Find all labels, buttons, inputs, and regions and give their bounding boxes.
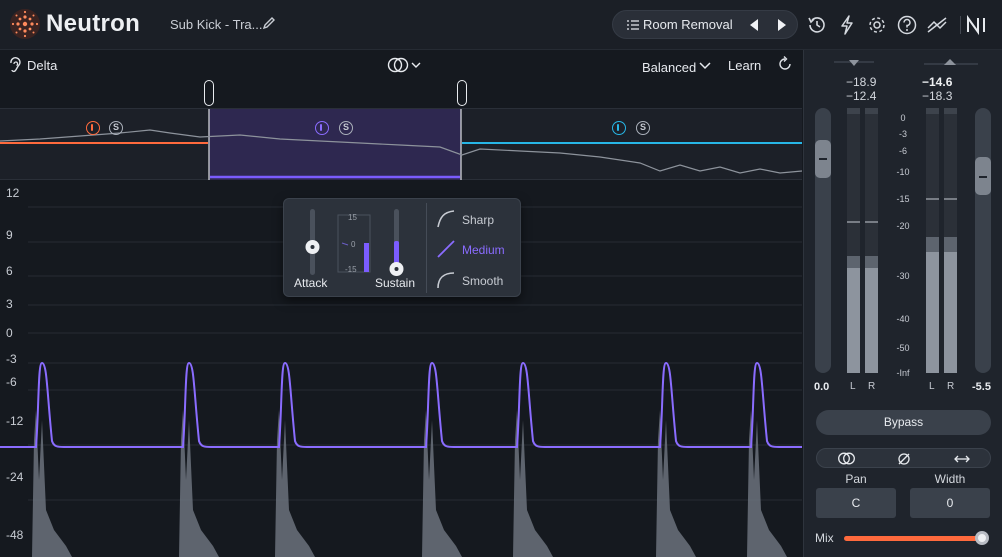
y-tick-label: 12 [6, 186, 20, 200]
scale-top-label: 15 [348, 213, 357, 222]
triangle-left-icon[interactable] [747, 18, 761, 32]
curve-option-sharp[interactable]: Sharp [462, 213, 494, 227]
band-split-handle-1[interactable] [204, 80, 214, 106]
sharp-curve-icon[interactable] [436, 209, 458, 229]
band-strip-display [0, 109, 802, 181]
output-rms-readout: −18.3 [922, 89, 953, 103]
pan-value-field[interactable]: C [816, 488, 896, 518]
curve-option-smooth[interactable]: Smooth [462, 274, 503, 288]
band-1-solo-icon[interactable]: S [109, 121, 123, 135]
meter-scale-label: -40 [896, 314, 910, 324]
y-tick-label: 6 [6, 264, 13, 278]
meter-scale-label: -3 [898, 129, 907, 139]
preset-name[interactable]: Room Removal [643, 17, 733, 32]
scale-mid-label: 0 [351, 240, 356, 249]
band-2-solo-icon[interactable]: S [339, 121, 353, 135]
phase-invert-icon[interactable] [897, 452, 911, 466]
neutron-logo-icon [10, 9, 40, 39]
meter-scale-label: -15 [896, 194, 910, 204]
output-left-label: L [929, 381, 935, 392]
y-tick-label: 3 [6, 297, 13, 311]
y-tick-label: -24 [6, 470, 24, 484]
meter-scale-label: 0 [900, 113, 906, 123]
mix-slider[interactable] [844, 536, 984, 541]
smooth-curve-icon[interactable] [436, 270, 458, 290]
y-tick-label: 9 [6, 228, 13, 242]
y-tick-label: 0 [6, 326, 13, 340]
band-1-enable-icon[interactable] [86, 121, 100, 135]
meter-scale-label: -10 [896, 167, 910, 177]
band-split-handle-2[interactable] [457, 80, 467, 106]
track-name[interactable]: Sub Kick - Tra... [170, 17, 262, 32]
preset-selector[interactable]: Room Removal [612, 10, 798, 39]
medium-curve-icon[interactable] [436, 239, 458, 259]
stereo-mode-icon[interactable] [387, 57, 423, 73]
history-icon[interactable] [806, 14, 828, 36]
meter-scale-label: -20 [896, 221, 910, 231]
pencil-icon[interactable] [262, 16, 276, 30]
meter-scale-label: -30 [896, 271, 910, 281]
ni-logo-icon [960, 14, 985, 36]
input-rms-readout: −12.4 [846, 89, 877, 103]
output-gain-value[interactable]: -5.5 [972, 381, 991, 393]
popup-divider [426, 203, 427, 293]
output-right-label: R [947, 381, 955, 392]
meter-scale-label: -50 [896, 343, 910, 353]
list-icon [627, 20, 639, 30]
mono-icon[interactable] [837, 452, 857, 465]
input-left-label: L [850, 381, 856, 392]
sustain-label: Sustain [375, 276, 416, 290]
attack-label: Attack [294, 276, 328, 290]
gear-icon[interactable] [866, 14, 888, 36]
curve-option-medium[interactable]: Medium [462, 243, 505, 257]
meters-display [815, 59, 991, 373]
scale-bottom-label: -15 [345, 265, 357, 274]
detection-mode-dropdown[interactable]: Balanced [642, 60, 696, 75]
band-settings-popup: Attack Sustain 15 0 -15 Sharp Medium Smo… [283, 198, 521, 297]
reset-icon[interactable] [777, 56, 793, 72]
learn-button[interactable]: Learn [728, 58, 761, 73]
meter-panel: −18.9 −12.4 −14.6 −18.3 0 -3 -6 -10 -15 … [803, 50, 1002, 557]
meter-scale-label: -Inf [896, 368, 910, 378]
width-value-field[interactable]: 0 [910, 488, 990, 518]
band-3-enable-icon[interactable] [612, 121, 626, 135]
mix-label: Mix [815, 531, 834, 545]
ear-icon[interactable] [8, 57, 22, 73]
input-right-label: R [868, 381, 876, 392]
mix-slider-handle[interactable] [975, 531, 989, 545]
y-tick-label: -3 [6, 352, 17, 366]
input-gain-value[interactable]: 0.0 [814, 381, 829, 393]
meter-scale-label: -6 [898, 146, 907, 156]
band-3-solo-icon[interactable]: S [636, 121, 650, 135]
width-label: Width [934, 472, 966, 486]
app-title: Neutron [46, 10, 141, 37]
y-tick-label: -12 [6, 414, 24, 428]
y-tick-label: -6 [6, 375, 17, 389]
pan-label: Pan [845, 472, 867, 486]
chevron-down-icon[interactable] [699, 62, 711, 70]
y-tick-label: -48 [6, 528, 24, 542]
routing-icon[interactable] [926, 14, 948, 36]
lightning-icon[interactable] [836, 14, 858, 36]
input-peak-readout: −18.9 [846, 75, 877, 89]
bypass-button[interactable]: Bypass [816, 410, 991, 435]
help-icon[interactable] [896, 14, 918, 36]
swap-channels-icon[interactable] [953, 453, 971, 465]
output-peak-readout: −14.6 [922, 75, 953, 89]
triangle-right-icon[interactable] [775, 18, 789, 32]
band-2-enable-icon[interactable] [315, 121, 329, 135]
stereo-options-row [816, 448, 991, 468]
band-strip[interactable]: S S S [0, 108, 802, 181]
delta-label[interactable]: Delta [27, 58, 57, 73]
header-bar: Neutron Sub Kick - Tra... Room Removal [0, 0, 1002, 50]
